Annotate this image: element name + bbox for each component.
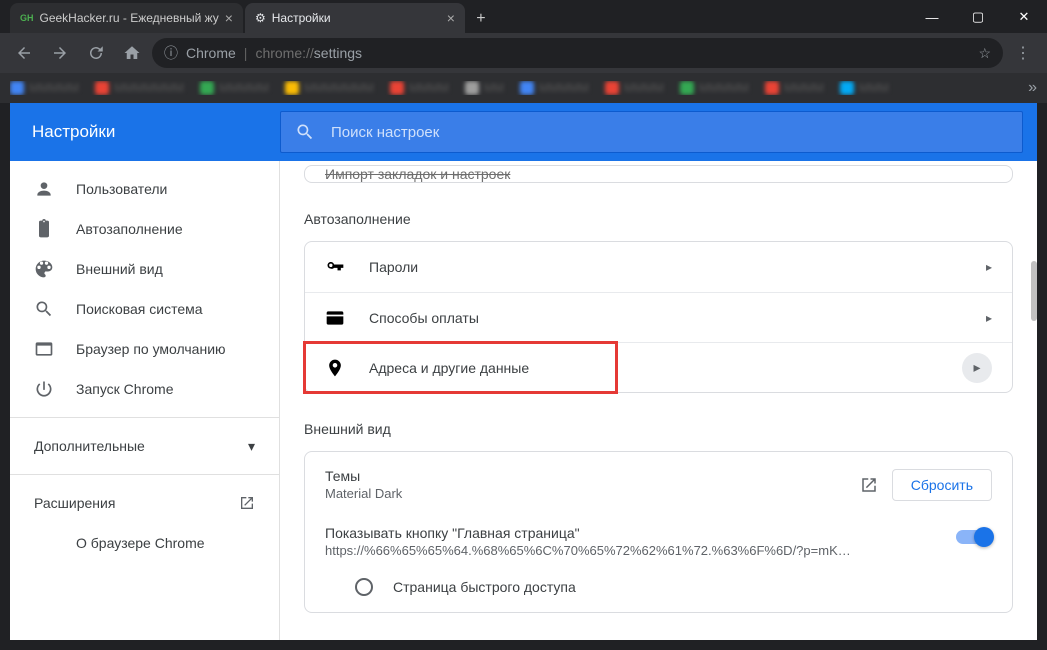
search-icon (34, 299, 54, 319)
chevron-right-icon: ▸ (986, 311, 992, 325)
bookmark-item[interactable]: MMMM (765, 81, 824, 95)
sidebar-item-palette[interactable]: Внешний вид (10, 249, 279, 289)
sidebar-extensions[interactable]: Расширения (10, 483, 279, 523)
chevron-right-icon: ▸ (962, 353, 992, 383)
person-icon (34, 179, 54, 199)
bookmark-item[interactable]: MMMM (390, 81, 449, 95)
chevron-right-icon: ▸ (986, 260, 992, 274)
pin-icon (325, 358, 345, 378)
import-bookmarks-row[interactable]: Импорт закладок и настроек (304, 165, 1013, 183)
tab-title-2: Настройки (272, 11, 331, 25)
key-icon (325, 257, 345, 277)
search-input[interactable] (331, 124, 1008, 141)
sidebar-about[interactable]: О браузере Chrome (10, 523, 279, 563)
close-button[interactable]: ✕ (1001, 1, 1047, 33)
maximize-button[interactable]: ▢ (955, 1, 1001, 33)
homepage-toggle[interactable] (956, 530, 992, 544)
section-appearance-title: Внешний вид (304, 421, 1013, 437)
bookmark-star-icon[interactable]: ☆ (978, 45, 991, 62)
sidebar-advanced[interactable]: Дополнительные ▾ (10, 426, 279, 466)
open-external-icon (239, 495, 255, 511)
home-button[interactable] (116, 37, 148, 69)
clipboard-icon (34, 219, 54, 239)
search-settings[interactable] (280, 111, 1023, 153)
chrome-label: Chrome (186, 45, 236, 61)
bookmark-item[interactable]: MMMMM (520, 81, 589, 95)
bookmark-item[interactable]: MMMMMMM (285, 81, 374, 95)
tab-settings[interactable]: ⚙ Настройки × (245, 3, 465, 33)
bookmark-item[interactable]: MMMMM (200, 81, 269, 95)
new-tab-button[interactable]: + (467, 5, 495, 33)
bookmark-item[interactable]: MMMMMMM (95, 81, 184, 95)
radio-quick-access[interactable]: Страница быстрого доступа (325, 578, 992, 596)
settings-sidebar: ПользователиАвтозаполнениеВнешний видПои… (10, 161, 280, 640)
scrollbar[interactable] (1031, 261, 1037, 321)
sidebar-item-clipboard[interactable]: Автозаполнение (10, 209, 279, 249)
back-button[interactable] (8, 37, 40, 69)
sidebar-item-search[interactable]: Поисковая система (10, 289, 279, 329)
minimize-button[interactable]: — (909, 1, 955, 33)
address-bar[interactable]: ⓘ Chrome | chrome://settings ☆ (152, 38, 1003, 68)
homepage-url: https://%66%65%65%64.%68%65%6C%70%65%72%… (325, 543, 855, 558)
forward-button[interactable] (44, 37, 76, 69)
bookmark-item[interactable]: MMMMM (680, 81, 749, 95)
bookmark-item[interactable]: MM (465, 81, 504, 95)
url-text: chrome://settings (255, 45, 362, 61)
search-icon (295, 122, 315, 142)
settings-title: Настройки (10, 122, 280, 142)
autofill-row-pin[interactable]: Адреса и другие данные▸ (305, 342, 1012, 392)
bookmarks-overflow-icon[interactable]: » (1028, 79, 1037, 97)
bookmark-item[interactable]: MMM (840, 81, 889, 95)
autofill-row-key[interactable]: Пароли▸ (305, 242, 1012, 292)
sidebar-item-power[interactable]: Запуск Chrome (10, 369, 279, 409)
sidebar-item-browser[interactable]: Браузер по умолчанию (10, 329, 279, 369)
autofill-row-card[interactable]: Способы оплаты▸ (305, 292, 1012, 342)
site-info-icon[interactable]: ⓘ (164, 43, 178, 63)
theme-value: Material Dark (325, 486, 860, 501)
bookmarks-bar: MMMMMMMMMMMMMMMMMMMMMMMMMMMMMMMMMMMMMMMM… (0, 73, 1047, 103)
close-icon[interactable]: × (447, 10, 455, 26)
tab-title-1: GeekHacker.ru - Ежедневный жу (40, 11, 219, 25)
chevron-down-icon: ▾ (248, 438, 255, 455)
browser-menu-button[interactable]: ⋮ (1007, 37, 1039, 69)
power-icon (34, 379, 54, 399)
radio-icon (355, 578, 373, 596)
open-external-icon[interactable] (860, 476, 878, 494)
sidebar-item-person[interactable]: Пользователи (10, 169, 279, 209)
palette-icon (34, 259, 54, 279)
card-icon (325, 308, 345, 328)
bookmark-item[interactable]: MMMM (605, 81, 664, 95)
tab-geekhacker[interactable]: GH GeekHacker.ru - Ежедневный жу × (10, 3, 243, 33)
favicon-gh: GH (20, 13, 34, 23)
homepage-toggle-label: Показывать кнопку "Главная страница" (325, 525, 855, 541)
reset-theme-button[interactable]: Сбросить (892, 469, 992, 501)
browser-icon (34, 339, 54, 359)
gear-icon: ⚙ (255, 11, 266, 25)
settings-main: Импорт закладок и настроек Автозаполнени… (280, 161, 1037, 640)
bookmark-item[interactable]: MMMMM (10, 81, 79, 95)
theme-label: Темы (325, 468, 860, 484)
section-autofill-title: Автозаполнение (304, 211, 1013, 227)
reload-button[interactable] (80, 37, 112, 69)
close-icon[interactable]: × (225, 10, 233, 26)
